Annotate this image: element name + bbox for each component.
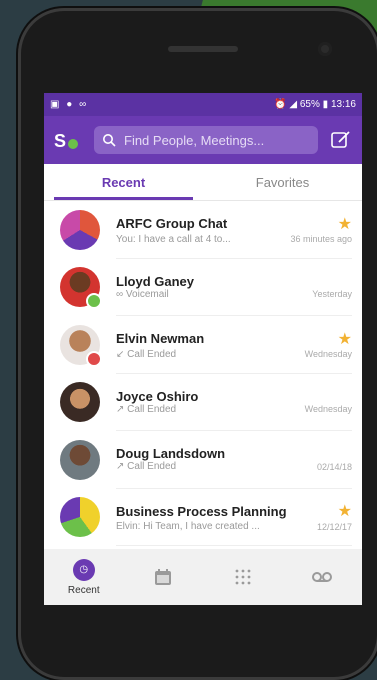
- tab-favorites[interactable]: Favorites: [203, 164, 362, 200]
- search-placeholder: Find People, Meetings...: [124, 132, 265, 148]
- signal-icon: ◢: [289, 99, 298, 110]
- gallery-icon: ▣: [50, 99, 60, 110]
- conversation-name: Joyce Oshiro: [116, 388, 199, 404]
- clock: 13:16: [330, 99, 356, 110]
- avatar: [60, 209, 100, 250]
- list-item[interactable]: Lloyd Ganey ∞ Voicemail Yesterday: [44, 259, 362, 317]
- voicemail-icon: [312, 572, 333, 582]
- voicemail-icon: ∞: [79, 99, 87, 110]
- conversation-name: Elvin Newman: [116, 331, 205, 347]
- avatar: [60, 439, 100, 480]
- compose-icon[interactable]: [330, 129, 352, 151]
- app-header: S Find People, Meetings...: [44, 116, 362, 164]
- nav-recent-label: Recent: [67, 584, 100, 596]
- online-status-icon: [86, 293, 102, 310]
- conversation-subtitle: ∞ Voicemail: [116, 288, 169, 300]
- front-camera: [318, 42, 332, 56]
- conversation-name: Doug Landsdown: [116, 446, 226, 462]
- battery-level: 65%: [299, 99, 320, 110]
- avatar: [60, 324, 102, 367]
- do-not-disturb-icon: [86, 350, 102, 367]
- app-logo[interactable]: S: [54, 129, 80, 151]
- avatar: [60, 382, 100, 423]
- presence-dot-icon: [68, 139, 78, 149]
- conversation-subtitle: Elvin: Hi Team, I have created ...: [116, 521, 260, 533]
- list-item[interactable]: Elvin Newman ★ ↙ Call Ended Wednesday: [44, 316, 362, 374]
- conversation-time: 02/14/18: [316, 461, 352, 472]
- tab-bar: Recent Favorites: [44, 164, 362, 201]
- conversation-time: Wednesday: [304, 349, 352, 360]
- avatar: [60, 497, 100, 538]
- search-icon: [103, 134, 116, 147]
- alarm-icon: ⏰: [274, 99, 287, 110]
- conversation-time: 12/12/17: [316, 521, 352, 532]
- nav-recent[interactable]: ◷ Recent: [44, 558, 124, 596]
- star-icon[interactable]: ★: [338, 329, 352, 349]
- avatar: [60, 267, 102, 310]
- bottom-nav: ◷ Recent: [44, 549, 362, 605]
- conversation-list: ARFC Group Chat ★ You: I have a call at 4…: [44, 201, 362, 547]
- conversation-subtitle: ↙ Call Ended: [116, 348, 177, 360]
- call-outgoing-icon: ↗: [116, 461, 128, 473]
- dialpad-icon: [235, 569, 251, 585]
- logo-letter-icon: S: [54, 131, 67, 151]
- nav-meetings[interactable]: [124, 568, 204, 586]
- status-bar: ▣ ● ∞ ⏰ ◢ 65% ▮ 13:16: [44, 93, 362, 116]
- list-item[interactable]: Joyce Oshiro ↗ Call Ended Wednesday: [44, 374, 362, 432]
- list-item[interactable]: Business Process Planning ★ Elvin: Hi Tea…: [44, 489, 362, 547]
- clock-icon: ◷: [72, 558, 95, 581]
- battery-icon: ▮: [322, 99, 329, 110]
- conversation-subtitle: ↗ Call Ended: [116, 403, 177, 415]
- conversation-subtitle: ↗ Call Ended: [116, 461, 177, 473]
- search-input[interactable]: Find People, Meetings...: [94, 126, 318, 154]
- conversation-time: Yesterday: [312, 289, 352, 300]
- call-outgoing-icon: ↗: [116, 403, 128, 415]
- sync-icon: ●: [66, 99, 73, 110]
- star-icon[interactable]: ★: [338, 501, 352, 521]
- conversation-time: 36 minutes ago: [290, 234, 352, 245]
- list-item[interactable]: ARFC Group Chat ★ You: I have a call at 4…: [44, 201, 362, 259]
- conversation-name: Business Process Planning: [116, 503, 287, 519]
- conversation-subtitle: You: I have a call at 4 to...: [116, 233, 231, 245]
- conversation-name: ARFC Group Chat: [116, 216, 228, 232]
- app-screen: ▣ ● ∞ ⏰ ◢ 65% ▮ 13:16 S Find People, Mee…: [44, 93, 362, 605]
- conversation-time: Wednesday: [304, 404, 352, 415]
- status-left-icons: ▣ ● ∞: [50, 99, 90, 110]
- status-right: ⏰ ◢ 65% ▮ 13:16: [274, 99, 356, 110]
- voicemail-icon: ∞: [116, 288, 126, 300]
- tab-recent[interactable]: Recent: [44, 164, 203, 200]
- list-item[interactable]: Doug Landsdown ↗ Call Ended 02/14/18: [44, 431, 362, 489]
- conversation-name: Lloyd Ganey: [116, 273, 195, 289]
- calendar-icon: [155, 569, 172, 585]
- call-received-icon: ↙: [116, 348, 128, 360]
- nav-voicemail[interactable]: [283, 570, 363, 584]
- speaker-grille: [168, 46, 238, 52]
- star-icon[interactable]: ★: [338, 214, 352, 234]
- nav-dialpad[interactable]: [203, 568, 283, 586]
